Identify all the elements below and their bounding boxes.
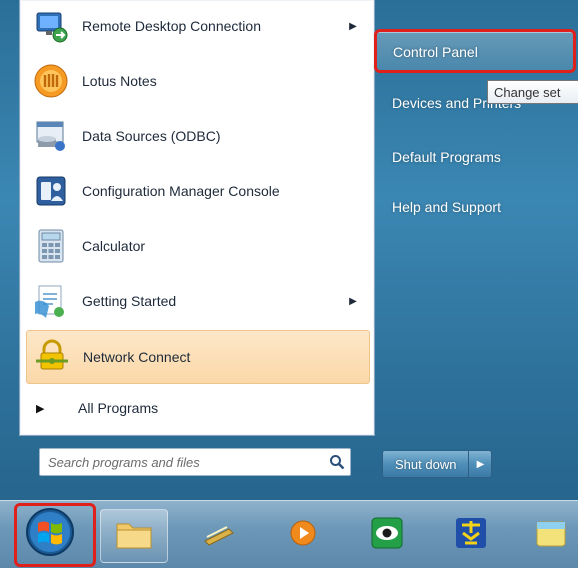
program-label: Data Sources (ODBC) [82, 128, 221, 144]
program-label: Calculator [82, 238, 146, 254]
taskbar-wand-button[interactable] [186, 509, 252, 561]
program-item-network-connect[interactable]: Network Connect [26, 330, 370, 384]
program-item-remote-desktop[interactable]: Remote Desktop Connection ▶ [26, 0, 368, 52]
program-label: Configuration Manager Console [82, 183, 280, 199]
submenu-arrow-icon: ▶ [349, 20, 357, 32]
control-panel-link[interactable]: Control Panel [376, 32, 574, 72]
search-box[interactable] [39, 448, 351, 476]
lotus-notes-icon [32, 62, 70, 100]
calculator-icon [32, 227, 70, 265]
search-input[interactable] [46, 453, 310, 471]
search-icon[interactable] [326, 451, 348, 473]
program-item-lotus-notes[interactable]: Lotus Notes [26, 55, 368, 107]
program-list-panel: Remote Desktop Connection ▶ Lotus Notes [19, 0, 375, 436]
right-item-label: Control Panel [393, 44, 478, 60]
start-menu-screen: Remote Desktop Connection ▶ Lotus Notes [0, 0, 578, 568]
windows-orb-icon [25, 507, 75, 562]
folder-icon [114, 516, 154, 557]
program-label: Getting Started [82, 293, 177, 309]
shutdown-group: Shut down ▶ [382, 450, 493, 478]
network-connect-icon [33, 338, 71, 376]
tooltip: Change set [487, 80, 578, 104]
remote-desktop-icon [32, 7, 70, 45]
program-label: Remote Desktop Connection [82, 18, 261, 34]
default-programs-link[interactable]: Default Programs [376, 138, 578, 176]
taskbar-eye-app-button[interactable] [354, 509, 420, 561]
taskbar-extra-button[interactable] [522, 509, 578, 561]
config-manager-icon [32, 172, 70, 210]
program-label: Network Connect [83, 349, 191, 365]
media-player-icon [287, 517, 319, 554]
shutdown-options-icon[interactable]: ▶ [469, 450, 493, 478]
taskbar-explorer-button[interactable] [100, 509, 168, 563]
program-item-config-manager[interactable]: Configuration Manager Console [26, 165, 368, 217]
program-item-data-sources[interactable]: Data Sources (ODBC) [26, 110, 368, 162]
all-programs-label: All Programs [78, 400, 159, 416]
start-button[interactable] [14, 505, 86, 563]
help-and-support-link[interactable]: Help and Support [376, 188, 578, 226]
eye-icon [369, 515, 405, 556]
taskbar [0, 500, 578, 568]
program-item-calculator[interactable]: Calculator [26, 220, 368, 272]
wand-icon [199, 515, 239, 556]
shutdown-button[interactable]: Shut down [382, 450, 470, 478]
submenu-arrow-icon: ▶ [349, 295, 357, 307]
all-programs-button[interactable]: ▶ All Programs [26, 387, 368, 429]
search-area [19, 436, 374, 488]
taskbar-media-player-button[interactable] [270, 509, 336, 561]
getting-started-icon [32, 282, 70, 320]
app-icon [533, 516, 567, 555]
arrow-right-icon: ▶ [36, 402, 45, 415]
kanji-app-icon [453, 515, 489, 556]
taskbar-kanji-app-button[interactable] [438, 509, 504, 561]
data-sources-icon [32, 117, 70, 155]
right-item-label: Help and Support [392, 199, 501, 215]
program-label: Lotus Notes [82, 73, 157, 89]
program-item-getting-started[interactable]: Getting Started ▶ [26, 275, 368, 327]
right-item-label: Default Programs [392, 149, 501, 165]
